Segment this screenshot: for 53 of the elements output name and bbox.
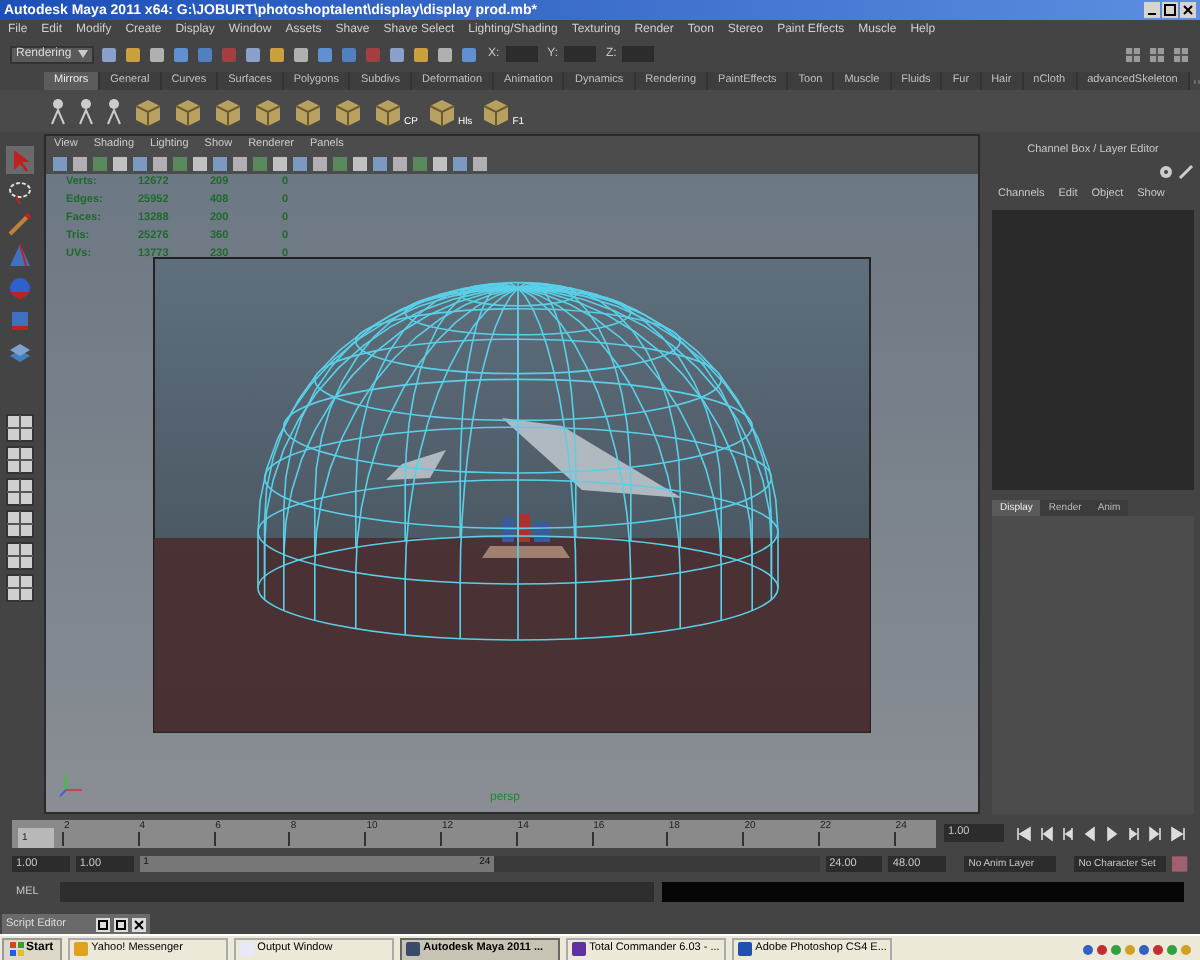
cube-icon[interactable] [212,95,244,127]
app-icon [239,942,254,956]
step-back-key-icon[interactable] [1060,825,1076,841]
panel-icon[interactable] [1124,45,1142,63]
step-forward-icon[interactable] [1148,825,1164,841]
layout-icon[interactable] [6,414,34,442]
cube-icon[interactable] [332,95,364,127]
lasso-icon[interactable] [6,178,34,206]
layout-icon[interactable] [6,510,34,538]
stack-icon[interactable] [6,338,34,366]
play-icon[interactable] [1104,825,1120,841]
coordinate-field[interactable] [564,46,597,62]
close-icon[interactable] [132,917,146,931]
caret-icon [78,50,88,58]
cube-icon[interactable] [292,95,324,127]
person-icon[interactable] [76,97,96,125]
app-icon [571,942,586,956]
go-to-end-icon[interactable] [1170,825,1186,841]
coordinate-field[interactable] [622,46,655,62]
cube-icon[interactable] [372,95,404,127]
minimize-icon[interactable] [1144,2,1160,18]
cube-icon[interactable] [132,95,164,127]
restore-icon[interactable] [96,917,110,931]
cube-icon[interactable] [480,95,513,127]
app-icon [737,942,752,956]
person-icon[interactable] [48,97,68,125]
cube-icon[interactable] [252,95,284,127]
go-to-start-icon[interactable] [1016,825,1032,841]
pencil-icon[interactable] [1178,164,1194,181]
brush-icon[interactable] [6,210,34,238]
step-back-icon[interactable] [1038,825,1054,841]
app-icon [405,942,420,956]
axis-indicator-icon [59,773,83,797]
cube-icon[interactable] [425,95,458,127]
layout-icon[interactable] [6,574,34,602]
play-backward-icon[interactable] [1082,825,1098,841]
layout-icon[interactable] [6,542,34,570]
cube-icon[interactable] [6,306,34,334]
gear-icon[interactable] [1158,164,1174,181]
cube-icon[interactable] [172,95,204,127]
layout-icon[interactable] [6,478,34,506]
person-icon[interactable] [104,97,124,125]
maximize-icon[interactable] [114,917,128,931]
windows-logo-icon [10,942,24,956]
grid-icon[interactable] [1148,45,1166,63]
coordinate-field[interactable] [505,46,538,62]
layout-icon[interactable] [6,446,34,474]
close-icon[interactable] [1180,2,1196,18]
app-icon [73,942,88,956]
cone-icon[interactable] [6,242,34,270]
step-forward-key-icon[interactable] [1126,825,1142,841]
maximize-icon[interactable] [1162,2,1178,18]
layout-icon[interactable] [1172,45,1190,63]
